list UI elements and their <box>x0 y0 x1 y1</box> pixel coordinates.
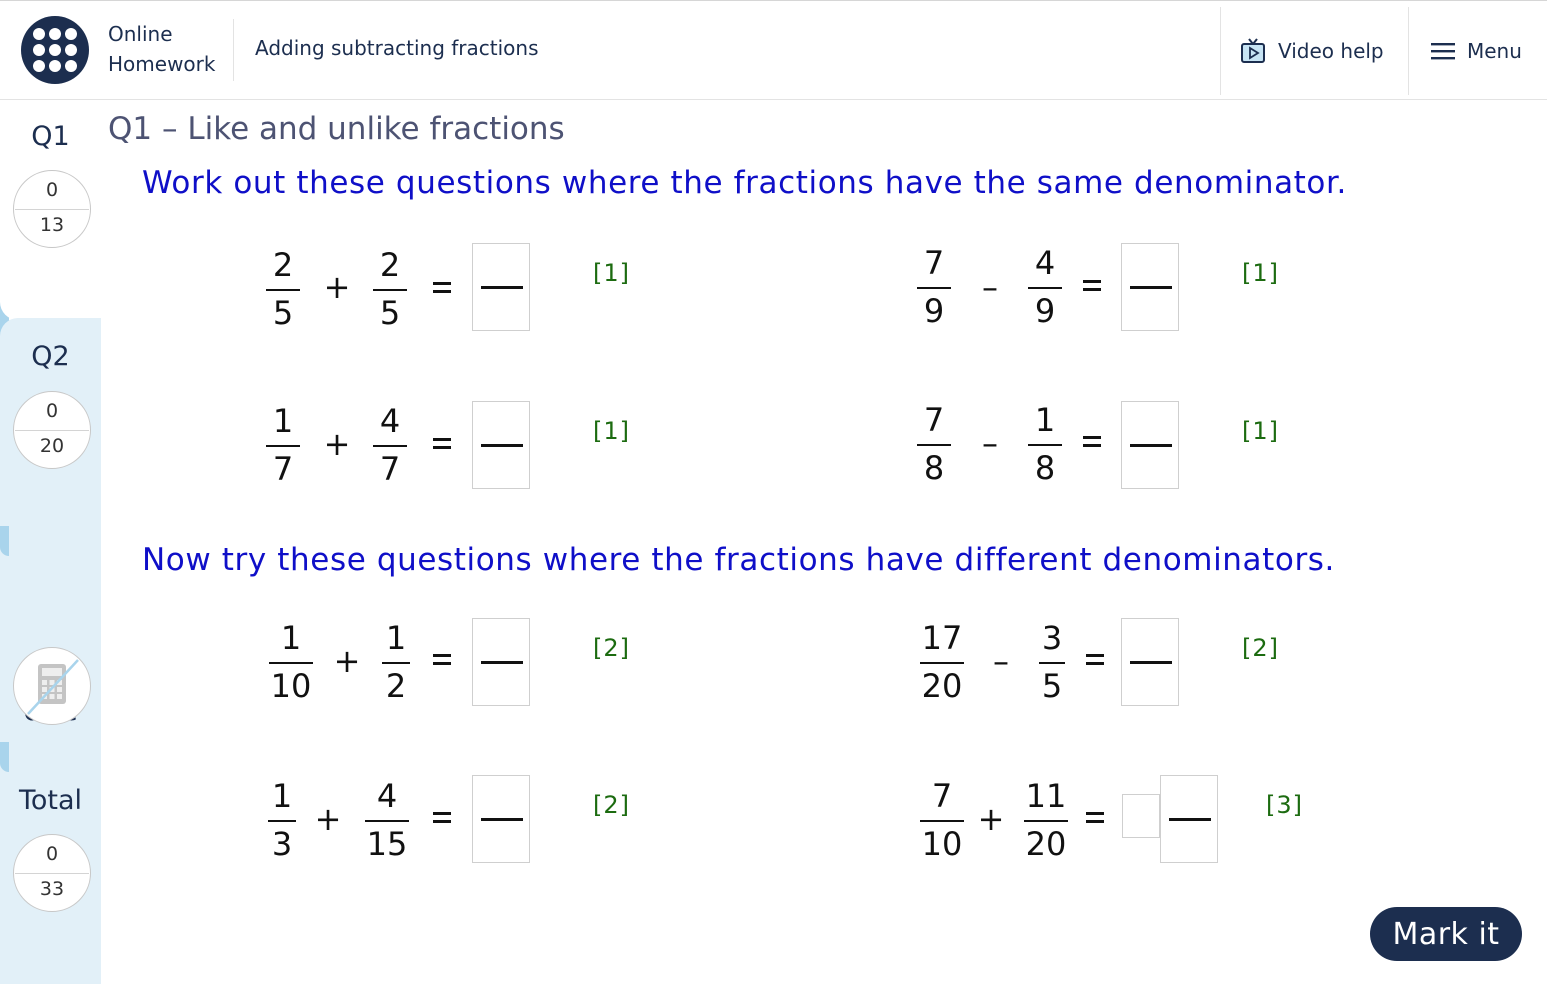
fraction-b: 4 15 <box>365 777 409 863</box>
answer-fraction-input[interactable] <box>1121 618 1179 706</box>
menu-button[interactable]: Menu <box>1431 34 1522 68</box>
operator: + <box>323 268 351 306</box>
tv-play-icon <box>1241 38 1265 63</box>
fraction-a: 7 10 <box>920 777 964 863</box>
operator: + <box>333 642 361 680</box>
q1-score-badge: 0 13 <box>13 170 91 248</box>
fraction-b: 25 <box>373 245 407 333</box>
logo-icon[interactable] <box>21 16 89 84</box>
header-divider <box>1220 7 1221 95</box>
fraction-a: 78 <box>917 400 951 488</box>
marks-label: [1] <box>1242 259 1279 287</box>
tab-q1[interactable]: Q1 0 13 <box>0 100 101 320</box>
topic-title: Adding subtracting fractions <box>255 36 539 60</box>
q2-score: 0 <box>45 400 59 422</box>
q1-total: 13 <box>39 214 65 236</box>
header-divider <box>233 19 234 81</box>
equals-sign <box>431 282 455 296</box>
answer-fraction-input[interactable] <box>472 618 530 706</box>
total-score-badge: 0 33 <box>13 834 91 912</box>
fraction-b: 49 <box>1028 243 1062 331</box>
header-divider <box>1408 7 1409 95</box>
marks-label: [2] <box>593 791 630 819</box>
brand-line-2: Homework <box>108 52 216 76</box>
equals-sign <box>1081 436 1105 450</box>
operator: + <box>323 425 351 463</box>
equals-sign <box>1084 812 1108 826</box>
fraction-b: 47 <box>373 401 407 489</box>
q1-score: 0 <box>45 179 59 201</box>
answer-fraction-input[interactable] <box>472 775 530 863</box>
total-label: Total <box>18 785 83 816</box>
tab-q1-label: Q1 <box>31 121 70 152</box>
answer-fraction-input[interactable] <box>1121 243 1179 331</box>
total-total: 33 <box>39 878 65 900</box>
question-title: Q1 – Like and unlike fractions <box>108 111 565 147</box>
equals-sign <box>1084 654 1108 668</box>
marks-label: [2] <box>593 634 630 662</box>
operator: + <box>977 800 1005 838</box>
video-help-button[interactable]: Video help <box>1240 34 1384 68</box>
hamburger-icon <box>1431 43 1455 60</box>
fraction-b: 18 <box>1028 400 1062 488</box>
brand-name: Online Homework <box>108 19 215 79</box>
crossed-calculator-icon <box>13 647 91 725</box>
fraction-a: 17 20 <box>920 619 964 705</box>
fraction-a: 1 10 <box>269 619 313 705</box>
marks-label: [1] <box>593 259 630 287</box>
brand-line-1: Online <box>108 22 173 46</box>
operator: – <box>993 642 1009 680</box>
mark-it-button[interactable]: Mark it <box>1370 907 1522 961</box>
answer-fraction-input[interactable] <box>472 243 530 331</box>
equals-sign <box>431 812 455 826</box>
fraction-b: 11 20 <box>1024 777 1068 863</box>
marks-label: [1] <box>593 417 630 445</box>
operator: – <box>982 424 998 462</box>
equals-sign <box>1081 280 1105 294</box>
whole-number-input[interactable] <box>1122 794 1160 838</box>
marks-label: [3] <box>1266 791 1303 819</box>
video-help-label: Video help <box>1278 39 1384 63</box>
total-indicator: Total 0 33 <box>0 780 101 984</box>
fraction-a: 17 <box>266 401 300 489</box>
question-sidebar: Q1 0 13 Q2 0 20 No calc <box>0 100 101 984</box>
fraction-a: 79 <box>917 243 951 331</box>
q2-score-badge: 0 20 <box>13 391 91 469</box>
operator: + <box>314 800 342 838</box>
equals-sign <box>431 438 455 452</box>
header: Online Homework Adding subtracting fract… <box>0 1 1547 100</box>
fraction-a: 25 <box>266 245 300 333</box>
instruction-same-denominator: Work out these questions where the fract… <box>142 165 1347 201</box>
tab-q2-label: Q2 <box>31 341 70 372</box>
instruction-different-denominator: Now try these questions where the fracti… <box>142 542 1336 578</box>
fraction-b: 12 <box>382 618 410 706</box>
fraction-a: 13 <box>268 776 296 864</box>
operator: – <box>982 268 998 306</box>
equals-sign <box>431 654 455 668</box>
total-score: 0 <box>45 843 59 865</box>
marks-label: [2] <box>1242 634 1279 662</box>
answer-fraction-input[interactable] <box>472 401 530 489</box>
tab-q2[interactable]: Q2 0 20 <box>0 318 101 640</box>
marks-label: [1] <box>1242 417 1279 445</box>
q2-total: 20 <box>39 435 65 457</box>
answer-fraction-input[interactable] <box>1160 775 1218 863</box>
answer-fraction-input[interactable] <box>1121 401 1179 489</box>
fraction-b: 35 <box>1039 618 1065 706</box>
sidebar-edge-accent <box>0 526 9 556</box>
menu-label: Menu <box>1467 39 1522 63</box>
